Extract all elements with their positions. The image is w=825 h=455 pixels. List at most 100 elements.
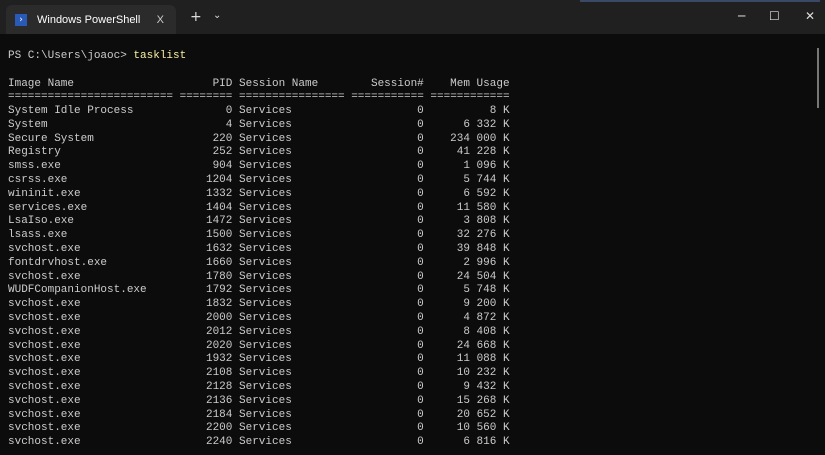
session-number-cell: 0 [417, 146, 424, 159]
session-name-cell: Services [239, 325, 292, 338]
table-row: svchost.exe 2184 Services 0 20 652 K [8, 408, 808, 422]
table-row: svchost.exe 2128 Services 0 9 432 K [8, 380, 808, 394]
session-number-cell: 0 [417, 187, 424, 200]
image-name-cell: svchost.exe [8, 312, 81, 324]
image-name-cell: Registry [8, 146, 61, 159]
tab-windows-powershell[interactable]: › Windows PowerShell X [6, 5, 176, 34]
session-number-cell: 0 [417, 270, 424, 283]
session-name-cell: Services [239, 339, 292, 352]
tab-close-button[interactable]: X [157, 14, 164, 26]
session-number-cell: 0 [417, 312, 424, 324]
mem-usage-cell: 1 096 K [463, 160, 510, 173]
session-number-cell: 0 [417, 256, 424, 269]
mem-usage-cell: 10 232 K [456, 367, 510, 380]
pid-cell: 2128 [205, 381, 233, 393]
pid-cell: 1832 [205, 298, 233, 311]
table-row: wininit.exe 1332 Services 0 6 592 K [8, 187, 808, 201]
mem-usage-cell: 9 432 K [463, 381, 510, 393]
mem-usage-cell: 5 748 K [463, 284, 510, 297]
table-row: Secure System 220 Services 0 234 000 K [8, 132, 808, 146]
table-row: svchost.exe 2200 Services 0 10 560 K [8, 421, 808, 435]
mem-usage-cell: 24 504 K [456, 270, 510, 283]
image-name-cell: System [8, 118, 48, 131]
image-name-cell: lsass.exe [8, 229, 68, 242]
mem-usage-cell: 8 K [489, 105, 510, 117]
mem-usage-cell: 39 848 K [456, 243, 510, 255]
session-number-cell: 0 [417, 284, 424, 297]
pid-cell: 1500 [205, 229, 233, 242]
image-name-cell: fontdrvhost.exe [8, 256, 108, 269]
pid-cell: 2136 [205, 394, 233, 407]
mem-usage-cell: 5 744 K [463, 174, 510, 186]
session-number-cell: 0 [417, 422, 424, 435]
pid-cell: 1632 [205, 243, 233, 255]
pid-cell: 904 [212, 160, 233, 173]
session-name-cell: Services [239, 118, 292, 131]
mem-usage-cell: 234 000 K [450, 132, 510, 145]
session-name-cell: Services [239, 105, 292, 117]
pid-cell: 1204 [205, 174, 233, 186]
pid-cell: 1792 [205, 284, 233, 297]
image-name-cell: System Idle Process [8, 105, 134, 117]
session-name-cell: Services [239, 367, 292, 380]
image-name-cell: svchost.exe [8, 367, 81, 380]
mem-usage-cell: 41 228 K [456, 146, 510, 159]
session-number-cell: 0 [417, 339, 424, 352]
session-number-cell: 0 [417, 118, 424, 131]
mem-usage-cell: ============ [430, 91, 510, 103]
pid-cell: 0 [225, 105, 233, 117]
session-number-cell: 0 [417, 243, 424, 255]
session-name-cell: Services [239, 381, 292, 393]
scrollbar[interactable] [817, 48, 819, 108]
maximize-button[interactable]: ☐ [769, 9, 780, 23]
image-name-cell: svchost.exe [8, 353, 81, 366]
image-name-cell: services.exe [8, 201, 88, 214]
image-name-cell: svchost.exe [8, 436, 81, 449]
table-row: svchost.exe 1632 Services 0 39 848 K [8, 242, 808, 256]
session-number-cell: 0 [417, 367, 424, 380]
minimize-button[interactable]: ─ [738, 9, 745, 23]
session-name-cell: Session Name [239, 78, 319, 90]
tab-title: Windows PowerShell [37, 13, 141, 26]
session-name-cell: Services [239, 408, 292, 421]
session-number-cell: 0 [417, 394, 424, 407]
session-number-cell: 0 [417, 174, 424, 186]
session-name-cell: Services [239, 312, 292, 324]
image-name-cell: ========================= [8, 91, 174, 103]
session-name-cell: Services [239, 174, 292, 186]
session-number-cell: 0 [417, 436, 424, 449]
session-number-cell: 0 [417, 381, 424, 393]
table-row: svchost.exe 2020 Services 0 24 668 K [8, 339, 808, 353]
new-tab-button[interactable]: + [190, 9, 202, 25]
image-name-cell: svchost.exe [8, 381, 81, 393]
table-row: Registry 252 Services 0 41 228 K [8, 145, 808, 159]
image-name-cell: Secure System [8, 132, 94, 145]
image-name-cell: svchost.exe [8, 394, 81, 407]
session-number-cell: 0 [417, 105, 424, 117]
image-name-cell: WUDFCompanionHost.exe [8, 284, 147, 297]
pid-cell: 2184 [205, 408, 233, 421]
image-name-cell: wininit.exe [8, 187, 81, 200]
mem-usage-cell: 6 816 K [463, 436, 510, 449]
session-name-cell: Services [239, 243, 292, 255]
image-name-cell: smss.exe [8, 160, 61, 173]
mem-usage-cell: 10 560 K [456, 422, 510, 435]
pid-cell: ======== [179, 91, 233, 103]
image-name-cell: LsaIso.exe [8, 215, 75, 228]
close-button[interactable]: ✕ [805, 9, 815, 23]
pid-cell: 1780 [205, 270, 233, 283]
session-name-cell: Services [239, 160, 292, 173]
mem-usage-cell: 6 332 K [463, 118, 510, 131]
session-number-cell: 0 [417, 325, 424, 338]
table-row: svchost.exe 1832 Services 0 9 200 K [8, 297, 808, 311]
mem-usage-cell: 9 200 K [463, 298, 510, 311]
table-row: svchost.exe 2136 Services 0 15 268 K [8, 394, 808, 408]
pid-cell: 252 [212, 146, 233, 159]
mem-usage-cell: Mem Usage [450, 78, 510, 90]
pid-cell: 2012 [205, 325, 233, 338]
pid-cell: 220 [212, 132, 233, 145]
session-number-cell: 0 [417, 353, 424, 366]
table-row: svchost.exe 1780 Services 0 24 504 K [8, 270, 808, 284]
tab-dropdown-button[interactable]: ⌄ [213, 10, 221, 21]
pid-cell: PID [212, 78, 233, 90]
